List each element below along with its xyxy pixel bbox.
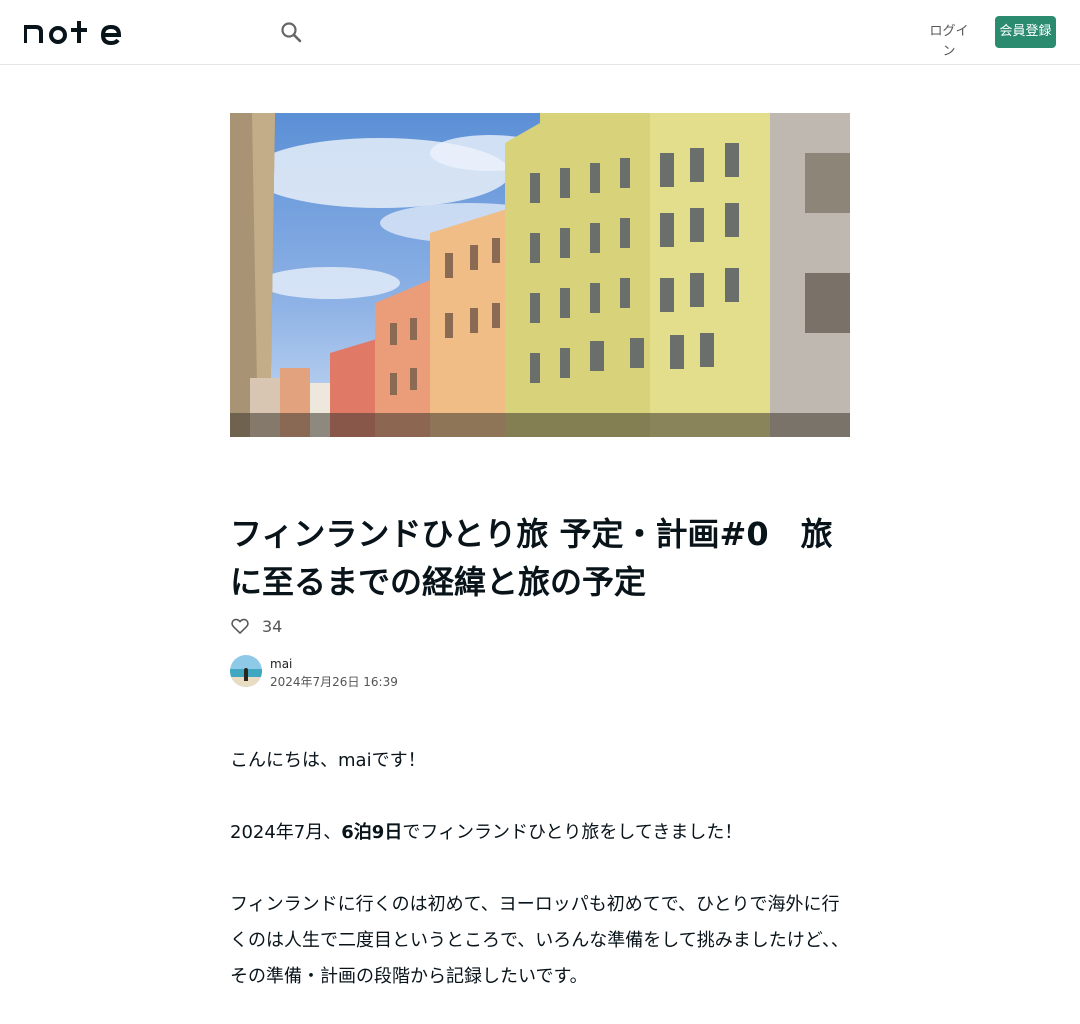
- paragraph: こんにちは、maiです！: [230, 750, 426, 771]
- author-name[interactable]: mai: [270, 656, 398, 672]
- note-logo[interactable]: [24, 19, 122, 45]
- author-block: mai 2024年7月26日 16:39: [230, 655, 398, 692]
- article-title: フィンランドひとり旅 予定・計画#0 旅に至るまでの経緯と旅の予定: [230, 515, 833, 601]
- paragraph-text: 2024年7月、: [230, 822, 342, 843]
- article-body: こんにちは、maiです！ 2024年7月、6泊9日でフィンランドひとり旅をしてき…: [230, 743, 850, 995]
- paragraph-bold: 6泊9日: [341, 822, 403, 843]
- post-date: 2024年7月26日 16:39: [270, 675, 398, 689]
- signup-button[interactable]: 会員登録: [995, 16, 1056, 48]
- login-link[interactable]: ログイン: [924, 22, 974, 59]
- avatar[interactable]: [230, 655, 262, 687]
- paragraph: フィンランドに行くのは初めて、ヨーロッパも初めてで、ひとりで海外に行くのは人生で…: [230, 887, 850, 995]
- paragraph: 2024年7月、6泊9日でフィンランドひとり旅をしてきました！: [230, 815, 850, 851]
- like-area: 34: [230, 614, 282, 638]
- paragraph-line: その準備・計画の段階から記録したいです。: [230, 966, 588, 987]
- site-header: ログイン 会員登録: [0, 0, 1080, 65]
- paragraph-line: みましたけど、、: [714, 930, 849, 951]
- like-count: 34: [262, 616, 283, 636]
- paragraph-text: でフィンランドひとり旅をしてきました！: [402, 822, 743, 843]
- hero-image: [230, 113, 850, 437]
- heart-outline-icon[interactable]: [230, 616, 250, 636]
- search-icon[interactable]: [279, 20, 303, 44]
